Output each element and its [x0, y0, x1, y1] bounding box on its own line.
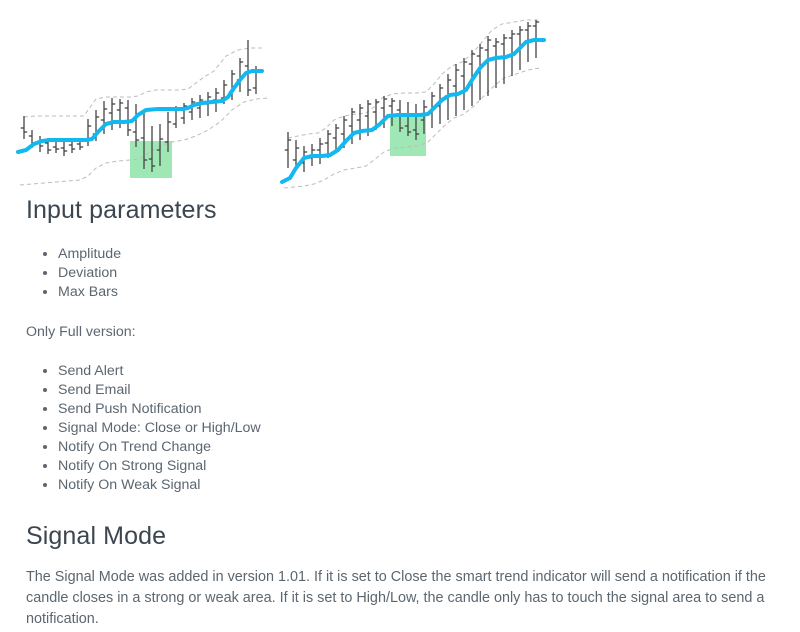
article-content: Input parameters Amplitude Deviation Max…	[0, 195, 800, 630]
chart-svg-1	[16, 40, 269, 186]
smart-trend-line	[280, 38, 546, 184]
smart-trend-chart-example-2	[262, 0, 552, 195]
band-upper-band	[23, 47, 262, 118]
list-item: Notify On Strong Signal	[58, 457, 774, 476]
list-item: Signal Mode: Close or High/Low	[58, 419, 774, 438]
smart-trend-line	[16, 69, 264, 154]
list-item: Send Push Notification	[58, 400, 774, 419]
list-item: Notify On Trend Change	[58, 438, 774, 457]
trend-line-group-2	[280, 38, 546, 184]
list-item: Amplitude	[58, 245, 774, 264]
smart-trend-chart-example-1	[0, 0, 285, 195]
list-item: Notify On Weak Signal	[58, 476, 774, 495]
chart-illustrations	[0, 0, 800, 195]
basic-parameters-list: Amplitude Deviation Max Bars	[26, 245, 774, 302]
list-item: Send Alert	[58, 362, 774, 381]
trend-line-group-1	[16, 69, 264, 154]
list-item: Deviation	[58, 264, 774, 283]
signal-mode-paragraph: The Signal Mode was added in version 1.0…	[26, 568, 766, 627]
chart-svg-2	[280, 19, 546, 189]
page-title-input-parameters: Input parameters	[26, 196, 217, 224]
list-item: Send Email	[58, 381, 774, 400]
full-version-note: Only Full version:	[26, 324, 136, 340]
page-title-signal-mode: Signal Mode	[26, 521, 167, 550]
full-version-parameters-list: Send Alert Send Email Send Push Notifica…	[26, 362, 774, 495]
band-group-2	[283, 19, 541, 189]
list-item: Max Bars	[58, 283, 774, 302]
